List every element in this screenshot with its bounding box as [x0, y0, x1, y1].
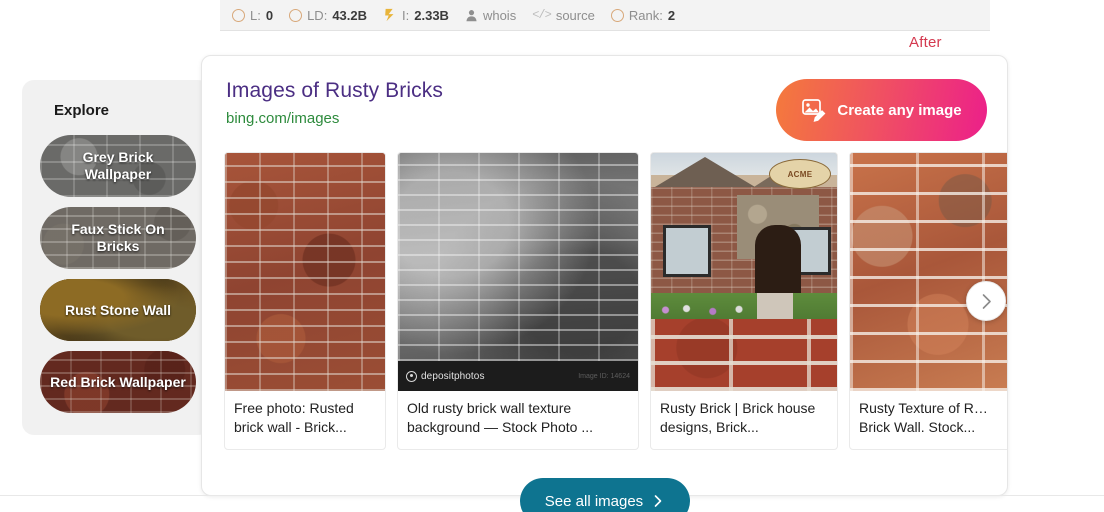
explore-item-faux-stick-on-bricks[interactable]: Faux Stick On Bricks [40, 207, 196, 269]
card-header: Images of Rusty Bricks bing.com/images C… [202, 56, 1007, 141]
seo-value-i: 2.33B [414, 7, 449, 23]
image-caption: Old rusty brick wall texture background … [407, 400, 593, 436]
seo-label-ld: LD: [307, 7, 328, 23]
ring-icon [232, 8, 245, 22]
carousel-next-button[interactable] [966, 281, 1006, 321]
flower-bed [655, 303, 760, 317]
image-thumbnail: ACME [651, 153, 837, 392]
seo-label-rank: Rank: [628, 7, 663, 23]
image-thumbnail [225, 153, 385, 392]
chevron-right-icon [982, 293, 991, 309]
see-all-images-label: See all images [544, 492, 644, 510]
image-result-2[interactable]: depositphotos Image ID: 14624 Old rusty … [397, 152, 639, 450]
page-root: L: 0 LD: 43.2B I: 2.33B whois </> source [0, 0, 1104, 512]
image-result-1[interactable]: Free photo: Rusted brick wall - Brick... [224, 152, 386, 450]
create-any-image-button[interactable]: Create any image [776, 79, 987, 141]
image-caption: Free photo: Rusted brick wall - Brick... [234, 400, 354, 436]
create-any-image-label: Create any image [837, 101, 962, 119]
watermark-brand: depositphotos [406, 370, 485, 382]
bolt-icon [385, 8, 394, 22]
image-caption: Rusty Brick | Brick house designs, Brick… [660, 400, 816, 436]
image-logo-badge: ACME [769, 159, 831, 189]
image-result-3[interactable]: ACME Rusty Brick | Brick house designs, … [650, 152, 838, 450]
explore-item-rust-stone-wall[interactable]: Rust Stone Wall [40, 279, 196, 341]
seo-label-l: L: [250, 7, 261, 23]
after-annotation-label: After [909, 34, 942, 51]
seo-item-index[interactable]: I: 2.33B [383, 8, 449, 23]
seo-value-l: 0 [265, 7, 274, 23]
explore-item-label: Rust Stone Wall [64, 301, 172, 318]
ring-icon [610, 8, 624, 22]
window-left [663, 225, 711, 277]
explore-item-grey-brick-wallpaper[interactable]: Grey Brick Wallpaper [40, 135, 196, 197]
image-carousel[interactable]: Free photo: Rusted brick wall - Brick...… [224, 152, 1007, 450]
explore-panel: Explore Grey Brick Wallpaper Faux Stick … [22, 80, 210, 435]
seo-label-source: source [555, 7, 595, 23]
seo-item-whois[interactable]: whois [465, 8, 516, 23]
images-answer-card: Images of Rusty Bricks bing.com/images C… [201, 55, 1008, 496]
seo-label-i: I: [402, 7, 410, 23]
seo-value-rank: 2 [667, 7, 676, 23]
person-icon [466, 9, 477, 21]
see-all-images-button[interactable]: See all images [520, 478, 690, 512]
code-icon: </> [532, 8, 552, 22]
camera-icon [406, 370, 417, 382]
explore-title: Explore [54, 102, 110, 119]
explore-item-red-brick-wallpaper[interactable]: Red Brick Wallpaper [40, 351, 196, 413]
watermark-image-id: Image ID: 14624 [578, 372, 630, 380]
explore-item-label: Grey Brick Wallpaper [82, 149, 154, 182]
image-thumbnail: depositphotos Image ID: 14624 [398, 153, 638, 392]
seo-item-rank[interactable]: Rank: 2 [610, 7, 676, 23]
explore-item-label: Red Brick Wallpaper [50, 373, 186, 390]
create-image-icon [802, 99, 826, 122]
seo-value-ld: 43.2B [332, 7, 368, 23]
seo-item-source[interactable]: </> source [532, 8, 595, 23]
seo-item-linking-domains[interactable]: LD: 43.2B [289, 8, 367, 23]
seo-item-links[interactable]: L: 0 [232, 8, 273, 23]
watermark-text: depositphotos [421, 370, 485, 382]
explore-item-label: Faux Stick On Bricks [71, 221, 165, 254]
watermark-bar: depositphotos Image ID: 14624 [398, 361, 638, 392]
ring-icon [289, 8, 303, 22]
seo-toolbar: L: 0 LD: 43.2B I: 2.33B whois </> source [220, 0, 990, 31]
front-door [755, 225, 801, 299]
image-thumbnail [850, 153, 1007, 392]
image-caption: Rusty Texture of R… Brick Wall. Stock... [859, 400, 988, 436]
chevron-right-icon [654, 495, 662, 507]
brick-retaining-wall [651, 319, 837, 392]
seo-label-whois: whois [482, 7, 517, 23]
